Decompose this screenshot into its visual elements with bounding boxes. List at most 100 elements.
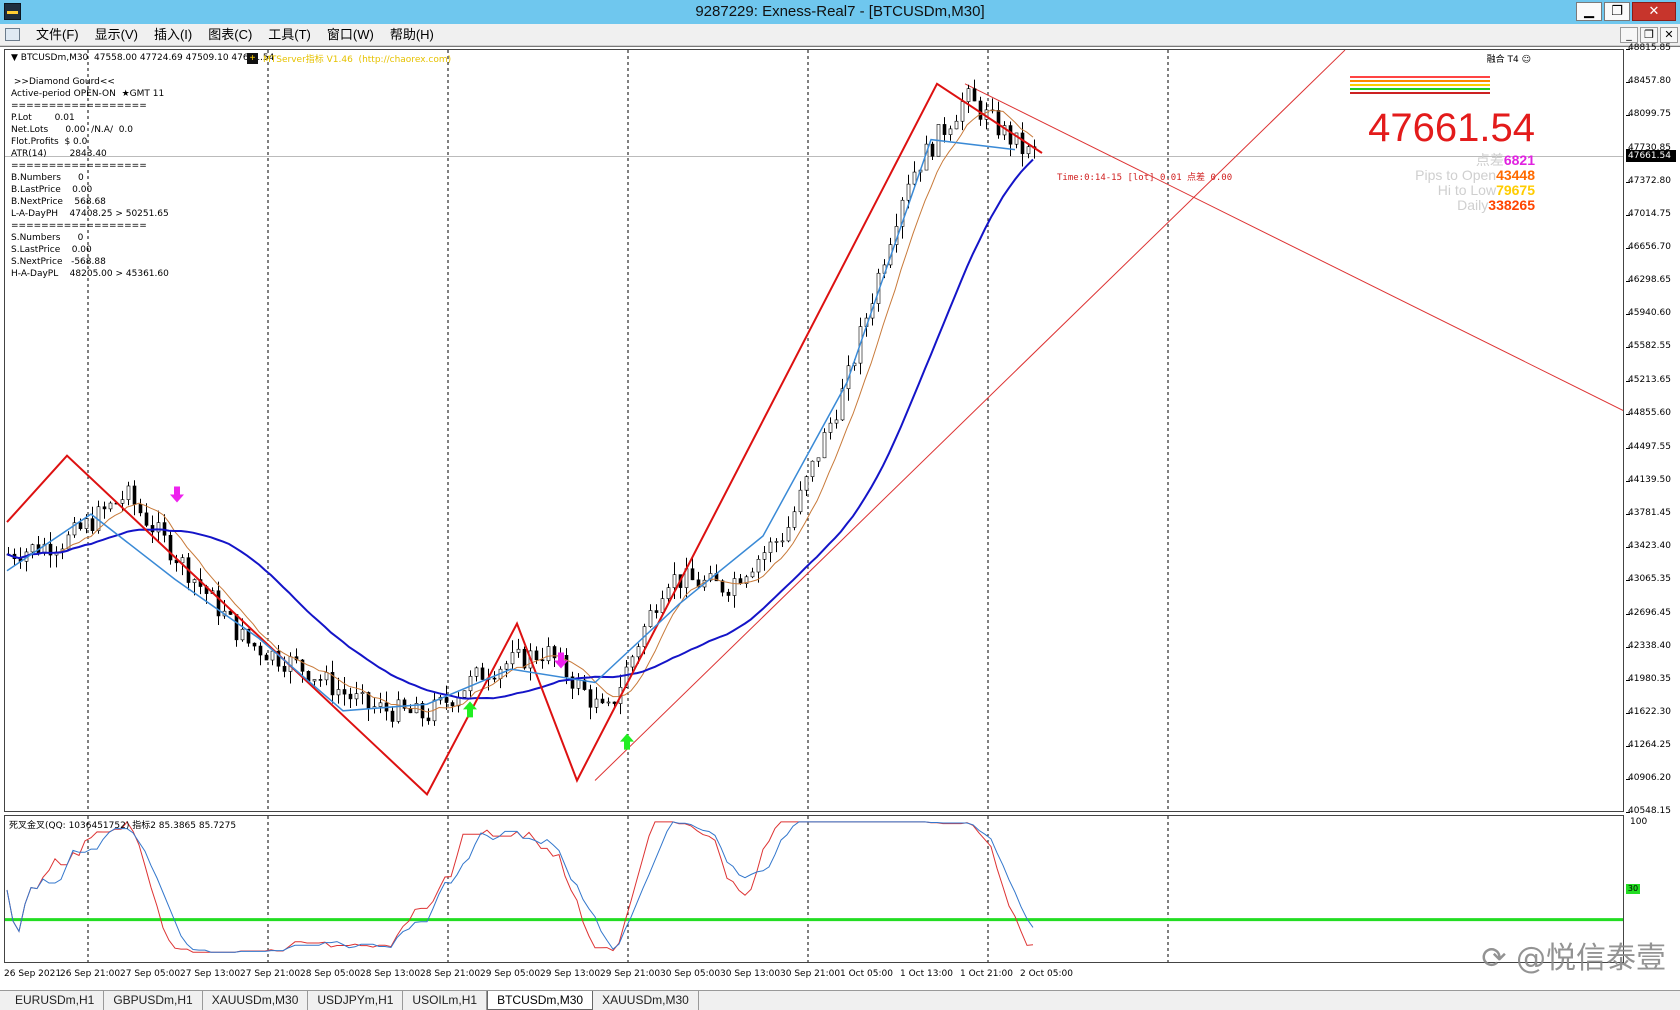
candle-body <box>510 652 515 665</box>
time-axis-label: 29 Sep 21:00 <box>600 969 661 979</box>
menu-help[interactable]: 帮助(H) <box>382 24 442 46</box>
chart-tab[interactable]: USDJPYm,H1 <box>308 991 404 1010</box>
chart-document-icon[interactable] <box>5 28 20 41</box>
candle-body <box>534 650 539 661</box>
candle-body <box>258 645 263 656</box>
price-axis-label: 41264.25 <box>1628 739 1671 750</box>
candle-body <box>600 698 605 704</box>
candle-body <box>804 476 809 491</box>
info-line: B.NextPrice 568.68 <box>11 197 106 207</box>
time-axis-label: 26 Sep 21:00 <box>60 969 121 979</box>
candle-body <box>828 422 833 433</box>
price-axis[interactable]: 48815.85 48457.80 48099.75 47730.85 47372.80… <box>1626 43 1680 816</box>
info-line: Net.Lots 0.00 /N.A/ 0.0 <box>11 125 134 135</box>
chart-tab[interactable]: EURUSDm,H1 <box>6 991 105 1010</box>
menu-tools[interactable]: 工具(T) <box>260 24 319 46</box>
candle-body <box>30 544 35 553</box>
candle-body <box>666 587 671 599</box>
window-minimize-button[interactable]: ▁ <box>1576 2 1602 21</box>
candle-body <box>240 628 245 641</box>
info-line: S.LastPrice 0.00 <box>11 245 92 255</box>
price-axis-label: 41622.30 <box>1628 706 1671 717</box>
candle-body <box>564 655 569 678</box>
price-axis-label: 44855.60 <box>1628 408 1671 419</box>
candle-body <box>348 693 353 700</box>
candle-body <box>768 541 773 553</box>
candle-body <box>84 518 89 529</box>
candle-body <box>192 579 197 583</box>
chart-restore-button[interactable]: ❐ <box>1640 27 1658 43</box>
oscillator-chart[interactable]: 死叉金叉(QQ: 1036451752) 指标2 85.3865 85.7275 <box>4 815 1624 963</box>
info-line: ================== <box>11 101 147 111</box>
candle-body <box>972 88 977 102</box>
price-axis-label: 41980.35 <box>1628 673 1671 684</box>
candle-body <box>1026 146 1031 155</box>
candle-body <box>342 689 347 695</box>
window-close-button[interactable]: ✕ <box>1632 2 1676 21</box>
candle-body <box>504 663 509 670</box>
chart-tab-bar: EURUSDm,H1 GBPUSDm,H1 XAUUSDm,M30 USDJPY… <box>0 990 1680 1010</box>
stat-pips-to-open: Pips to Open43448 <box>1415 168 1535 183</box>
chart-minimize-button[interactable]: _ <box>1620 27 1638 43</box>
candle-body <box>660 598 665 613</box>
chart-tab[interactable]: XAUUSDm,M30 <box>593 991 699 1010</box>
candle-body <box>282 665 287 672</box>
candle-body <box>750 571 755 578</box>
price-axis-label: 47014.75 <box>1628 209 1671 220</box>
oscillator-label: 死叉金叉(QQ: 1036451752) 指标2 85.3865 85.7275 <box>9 821 237 831</box>
candle-body <box>102 506 107 510</box>
candle-body <box>720 580 725 593</box>
expert-advisor-name: MTServer指标 V1.46 (http://chaorex.com) <box>263 55 452 65</box>
level-legend-bar <box>1350 88 1490 90</box>
info-line: ================== <box>11 161 147 171</box>
candle-body <box>450 702 455 707</box>
price-axis-label: 48815.85 <box>1628 43 1671 53</box>
oscillator-canvas <box>5 816 1623 962</box>
menu-insert[interactable]: 插入(I) <box>146 24 200 46</box>
price-axis-label: 43781.45 <box>1628 507 1671 518</box>
candle-body <box>132 485 137 505</box>
chart-tab[interactable]: GBPUSDm,H1 <box>104 991 203 1010</box>
level-legend-bar <box>1350 92 1490 94</box>
price-axis-label: 40548.15 <box>1628 806 1671 816</box>
stat-hi-to-low: Hi to Low79675 <box>1438 183 1535 198</box>
time-axis[interactable]: 26 Sep 2021 26 Sep 21:00 27 Sep 05:00 27 Se… <box>4 965 1624 985</box>
stat-label: Daily <box>1457 197 1489 213</box>
candle-body <box>834 419 839 424</box>
candle-body <box>444 696 449 703</box>
window-restore-button[interactable]: ❐ <box>1604 2 1630 21</box>
sell-arrow-icon <box>170 486 184 503</box>
stat-value: 43448 <box>1496 167 1535 183</box>
menu-file[interactable]: 文件(F) <box>28 24 87 46</box>
candle-body <box>774 541 779 543</box>
menu-charts[interactable]: 图表(C) <box>200 24 260 46</box>
stat-spread: 点差6821 <box>1476 153 1535 168</box>
candle-body <box>522 648 527 669</box>
info-line: B.Numbers 0 <box>11 173 84 183</box>
price-chart[interactable]: ▼ BTCUSDm,M30 47558.00 47724.69 47509.10… <box>4 49 1624 812</box>
level-legend-bar <box>1350 80 1490 82</box>
expert-advisor-icon[interactable]: + <box>247 53 258 64</box>
candle-body <box>654 610 659 613</box>
candle-body <box>336 689 341 696</box>
candle-body <box>480 667 485 680</box>
time-axis-label: 27 Sep 21:00 <box>240 969 301 979</box>
time-axis-label: 1 Oct 13:00 <box>900 969 953 979</box>
chart-close-button[interactable]: ✕ <box>1660 27 1678 43</box>
menu-window[interactable]: 窗口(W) <box>319 24 382 46</box>
price-axis-label: 46656.70 <box>1628 242 1671 253</box>
chart-tab[interactable]: XAUUSDm,M30 <box>203 991 309 1010</box>
ea-info-panel: >>Diamond Gourd<< Active-period OPEN-ON … <box>11 76 169 280</box>
chart-tab-active[interactable]: BTCUSDm,M30 <box>487 991 594 1010</box>
candle-body <box>816 457 821 462</box>
price-axis-label: 40906.20 <box>1628 772 1671 783</box>
chart-tab[interactable]: USOILm,H1 <box>403 991 488 1010</box>
buy-arrow-icon <box>620 733 634 750</box>
candle-body <box>492 677 497 680</box>
candle-body <box>168 534 173 561</box>
menu-view[interactable]: 显示(V) <box>87 24 146 46</box>
candle-body <box>156 522 161 533</box>
price-axis-label: 42696.45 <box>1628 607 1671 618</box>
stat-daily: Daily338265 <box>1457 198 1535 213</box>
candle-body <box>762 552 767 560</box>
